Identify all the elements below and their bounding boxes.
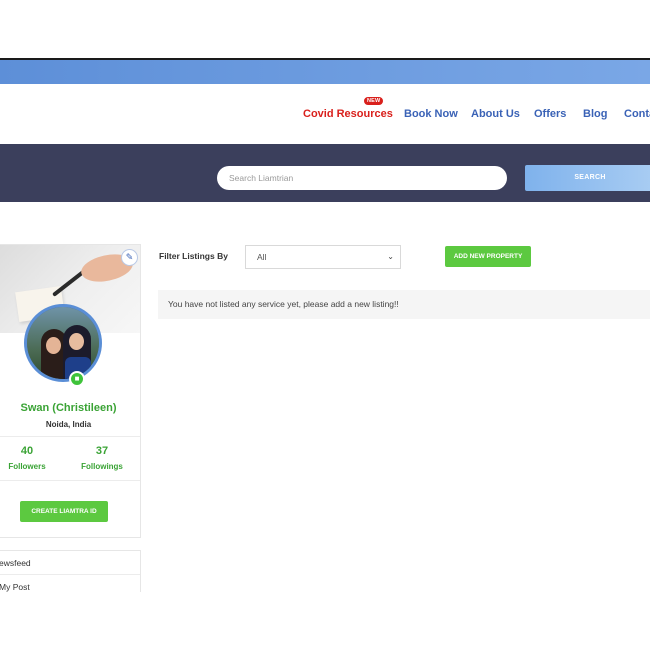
empty-listings-message: You have not listed any service yet, ple…: [158, 290, 650, 319]
filter-label: Filter Listings By: [159, 251, 228, 261]
menu-item-newsfeed[interactable]: ewsfeed: [0, 551, 140, 575]
new-badge: NEW: [364, 97, 384, 105]
edit-cover-icon[interactable]: ✎: [121, 249, 138, 266]
camera-icon[interactable]: ■: [69, 371, 85, 387]
menu-item-my-post[interactable]: My Post: [0, 575, 140, 592]
followings-label: Followings: [81, 462, 123, 471]
divider: [0, 436, 140, 437]
profile-menu: ewsfeed My Post: [0, 550, 141, 592]
app-frame: Covid Resources NEW Book Now About Us Of…: [0, 58, 650, 592]
nav-covid-resources[interactable]: Covid Resources: [303, 108, 393, 120]
avatar[interactable]: [24, 304, 102, 382]
followers-count: 40: [20, 445, 34, 457]
chevron-down-icon: ⌄: [387, 252, 394, 261]
nav-blog[interactable]: Blog: [583, 108, 607, 120]
profile-name: Swan (Christileen): [20, 402, 117, 414]
top-navigation: Covid Resources NEW Book Now About Us Of…: [0, 84, 650, 144]
search-input[interactable]: [217, 166, 507, 190]
add-new-property-button[interactable]: ADD NEW PROPERTY: [445, 246, 531, 267]
top-gradient-bar: [0, 60, 650, 84]
followings-count: 37: [95, 445, 109, 457]
create-liamtra-id-button[interactable]: CREATE LIAMTRA ID: [20, 501, 108, 522]
search-band: SEARCH: [0, 144, 650, 202]
filter-select-value: All: [257, 252, 267, 262]
nav-offers[interactable]: Offers: [534, 108, 566, 120]
followers-label: Followers: [8, 462, 46, 471]
nav-contact[interactable]: Conta: [624, 108, 650, 120]
filter-select[interactable]: All ⌄: [245, 245, 401, 269]
search-button[interactable]: SEARCH: [525, 165, 650, 191]
profile-location: Noida, India: [45, 420, 92, 429]
nav-book-now[interactable]: Book Now: [404, 108, 458, 120]
profile-card: ✎ ■ Swan (Christileen) Noida, India 40 F…: [0, 244, 141, 538]
divider: [0, 480, 140, 481]
followers-stat[interactable]: 40 Followers: [0, 445, 57, 471]
followings-stat[interactable]: 37 Followings: [72, 445, 132, 471]
nav-about-us[interactable]: About Us: [471, 108, 520, 120]
